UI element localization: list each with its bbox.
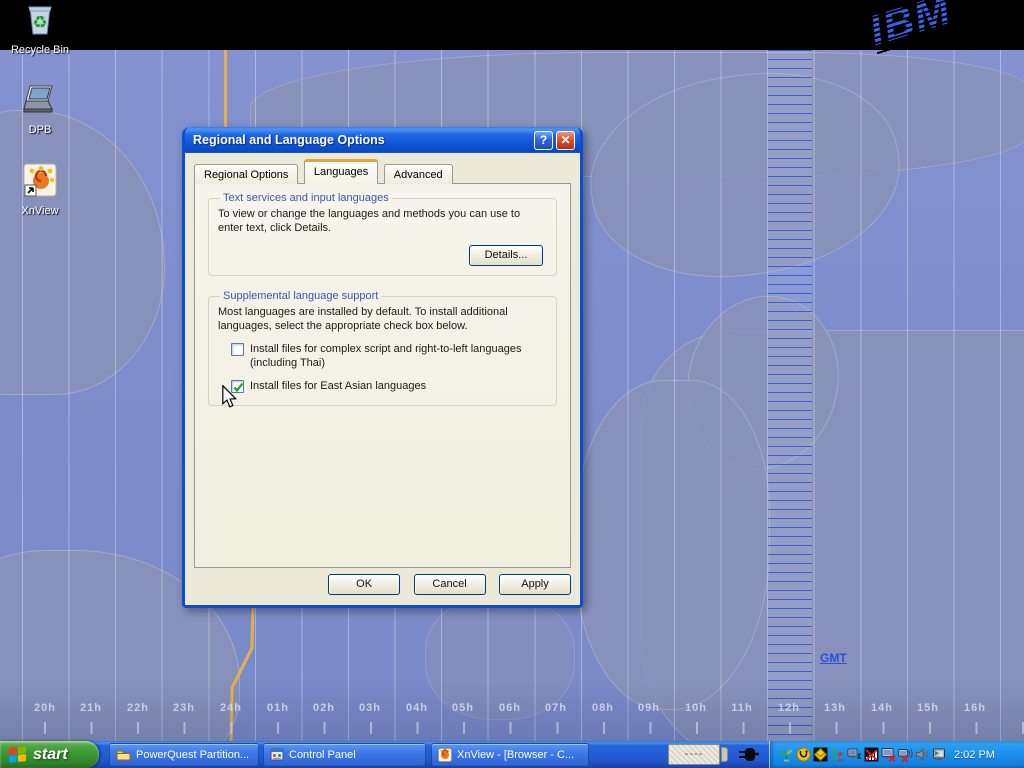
gmt-meridian-band [768,50,812,741]
complex-script-checkbox[interactable] [231,343,244,356]
language-bar-handle[interactable] [721,747,728,762]
desktop-icon-recycle-bin[interactable]: ♻ Recycle Bin [2,3,78,58]
tab-languages[interactable]: Languages [304,159,378,184]
close-button[interactable]: ✕ [556,131,575,150]
taskbar-clock[interactable]: 2:02 PM [954,749,995,761]
apply-button[interactable]: Apply [499,574,571,595]
svg-text:♻: ♻ [32,13,47,32]
wireless-off-icon[interactable] [898,747,913,762]
xnview-task-icon [438,748,452,762]
power-plug-icon[interactable] [737,744,760,768]
help-button[interactable]: ? [534,131,553,150]
map-bottom-shade [0,681,1024,741]
desktop-icon-label: XnView [21,205,58,217]
date-meridian-line [224,50,227,127]
mouse-cursor [221,385,238,414]
start-label: start [33,746,68,764]
wallpaper-top-strip: IBM [0,0,1024,50]
ibm-logo-stripes [864,0,957,55]
recycle-bin-icon: ♻ [23,3,57,37]
ibm-logo: IBM [864,0,957,55]
folder-icon [116,748,131,761]
taskbar-task-powerquest[interactable]: PowerQuest Partition... [109,743,259,766]
east-asian-checkbox-row: Install files for East Asian languages [231,379,547,393]
desktop-icon-label: Recycle Bin [11,44,69,56]
checkbox-label[interactable]: Install files for East Asian languages [250,379,426,393]
desktop-icon-label: DPB [29,124,52,136]
regional-language-options-dialog: Regional and Language Options ? ✕ Region… [182,127,583,608]
monitor-disconnected-icon[interactable] [881,747,896,762]
details-button[interactable]: Details... [469,245,543,266]
language-bar[interactable]: ---- [668,744,720,765]
ok-button[interactable]: OK [328,574,400,595]
checkbox-label[interactable]: Install files for complex script and rig… [250,342,547,370]
taskbar-task-control-panel[interactable]: Control Panel [263,743,426,766]
dialog-tabs: Regional Options Languages Advanced [194,162,580,184]
xnview-icon [22,162,58,198]
laptop-icon [20,83,60,117]
text-services-group: Text services and input languages To vie… [208,192,557,276]
complex-script-checkbox-row: Install files for complex script and rig… [231,342,547,370]
network-icon[interactable] [847,747,862,762]
users-icon[interactable] [830,747,845,762]
dialog-title: Regional and Language Options [193,133,531,147]
taskbar: start PowerQuest Partition... [0,741,1024,768]
display-switch-icon[interactable] [932,747,947,762]
start-button[interactable]: start [0,741,99,768]
supplemental-group: Supplemental language support Most langu… [208,290,557,406]
text-services-description: To view or change the languages and meth… [218,207,547,235]
supplemental-description: Most languages are installed by default.… [218,305,547,333]
supplemental-legend: Supplemental language support [220,290,381,302]
sprout-icon[interactable] [779,747,794,762]
text-services-legend: Text services and input languages [220,192,392,204]
volume-icon[interactable] [915,747,930,762]
task-label: Control Panel [289,749,356,761]
desktop-icon-dpb[interactable]: DPB [2,83,78,138]
desktop-icon-xnview[interactable]: XnView [2,162,78,219]
task-label: XnView - [Browser - C... [457,749,574,761]
windows-flag-icon [8,745,28,764]
tab-advanced[interactable]: Advanced [384,164,453,184]
dialog-buttons: OK Cancel Apply [319,574,571,595]
taskbar-task-xnview[interactable]: XnView - [Browser - C... [431,743,589,766]
system-tray: 2:02 PM [769,741,1024,768]
cancel-button[interactable]: Cancel [414,574,486,595]
languages-tab-page: Text services and input languages To vie… [194,183,571,568]
pc-doctor-icon[interactable] [796,747,811,762]
signal-blocked-icon[interactable] [864,747,879,762]
tab-regional-options[interactable]: Regional Options [194,164,298,184]
message-icon[interactable] [813,747,828,762]
task-label: PowerQuest Partition... [136,749,249,761]
gmt-label: GMT [820,651,847,665]
tray-icons [779,747,947,762]
desktop: GMT 20h 21h 22h 23h 24h 01h 02h 03h 04h … [0,0,1024,768]
control-panel-icon [270,748,284,761]
dialog-titlebar[interactable]: Regional and Language Options ? ✕ [185,127,580,153]
